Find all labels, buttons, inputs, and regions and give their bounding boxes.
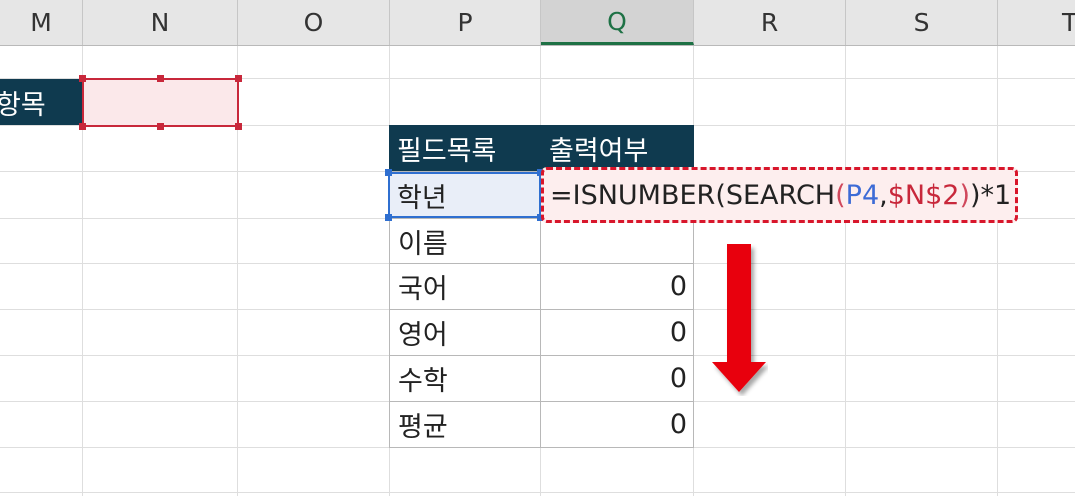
column-label: N: [150, 8, 170, 37]
resize-handle[interactable]: [235, 75, 242, 82]
output-cell-2[interactable]: [540, 218, 694, 264]
formula-tail: )*1: [970, 179, 1012, 211]
output-value: 0: [669, 271, 687, 302]
table-header-output[interactable]: 출력여부: [541, 125, 694, 172]
resize-handle[interactable]: [79, 123, 86, 130]
field-label: 학년: [397, 182, 447, 214]
output-cell-5[interactable]: 0: [540, 355, 694, 402]
column-header-t[interactable]: T: [998, 0, 1075, 45]
field-label: 국어: [398, 274, 448, 305]
formula-open-paren: (: [835, 179, 846, 211]
column-label: O: [303, 8, 324, 37]
column-label: M: [30, 8, 52, 37]
resize-handle[interactable]: [157, 123, 164, 130]
criteria-header-label: 항목: [0, 89, 46, 121]
column-label: Q: [607, 6, 627, 36]
formula-function: =ISNUMBER(SEARCH: [550, 179, 836, 211]
output-value: 0: [669, 409, 687, 440]
field-cell-1-text: 학년: [389, 172, 541, 218]
column-label: P: [457, 8, 473, 37]
formula-comma: ,: [879, 179, 888, 211]
column-label: S: [913, 8, 930, 37]
field-cell-5[interactable]: 수학: [389, 355, 541, 402]
down-arrow-icon: [712, 244, 766, 392]
output-cell-3[interactable]: 0: [540, 263, 694, 310]
column-header-s[interactable]: S: [846, 0, 998, 45]
column-header-row: M N O P Q R S T: [0, 0, 1075, 46]
field-cell-4[interactable]: 영어: [389, 309, 541, 356]
formula-ref-p4: P4: [845, 179, 880, 211]
output-cell-6[interactable]: 0: [540, 401, 694, 448]
field-label: 영어: [398, 320, 448, 351]
field-cell-6[interactable]: 평균: [389, 401, 541, 448]
table-header-field[interactable]: 필드목록: [389, 125, 541, 172]
output-value: 0: [669, 363, 687, 394]
column-header-n[interactable]: N: [83, 0, 238, 45]
field-cell-2[interactable]: 이름: [389, 218, 541, 264]
column-label: T: [1062, 8, 1075, 37]
field-label: 수학: [398, 366, 448, 397]
output-value: 0: [669, 317, 687, 348]
column-header-p[interactable]: P: [390, 0, 541, 45]
column-header-m[interactable]: M: [0, 0, 83, 45]
header-label: 필드목록: [397, 136, 497, 167]
formula-close-paren: ): [959, 179, 970, 211]
criteria-input-cell[interactable]: [79, 75, 242, 130]
field-label: 이름: [398, 228, 448, 260]
resize-handle[interactable]: [79, 75, 86, 82]
output-cell-4[interactable]: 0: [540, 309, 694, 356]
resize-handle[interactable]: [235, 123, 242, 130]
formula-edit-cell[interactable]: =ISNUMBER(SEARCH(P4, $N$2))*1: [541, 167, 1018, 223]
column-label: R: [760, 8, 779, 37]
resize-handle[interactable]: [157, 75, 164, 82]
formula-ref-n2: $N$2: [887, 179, 960, 211]
field-cell-3[interactable]: 국어: [389, 263, 541, 310]
criteria-header-cell[interactable]: 항목: [0, 79, 82, 125]
column-header-q[interactable]: Q: [541, 0, 694, 45]
column-header-r[interactable]: R: [694, 0, 846, 45]
column-header-o[interactable]: O: [238, 0, 390, 45]
header-label: 출력여부: [549, 136, 649, 167]
field-label: 평균: [398, 412, 448, 443]
